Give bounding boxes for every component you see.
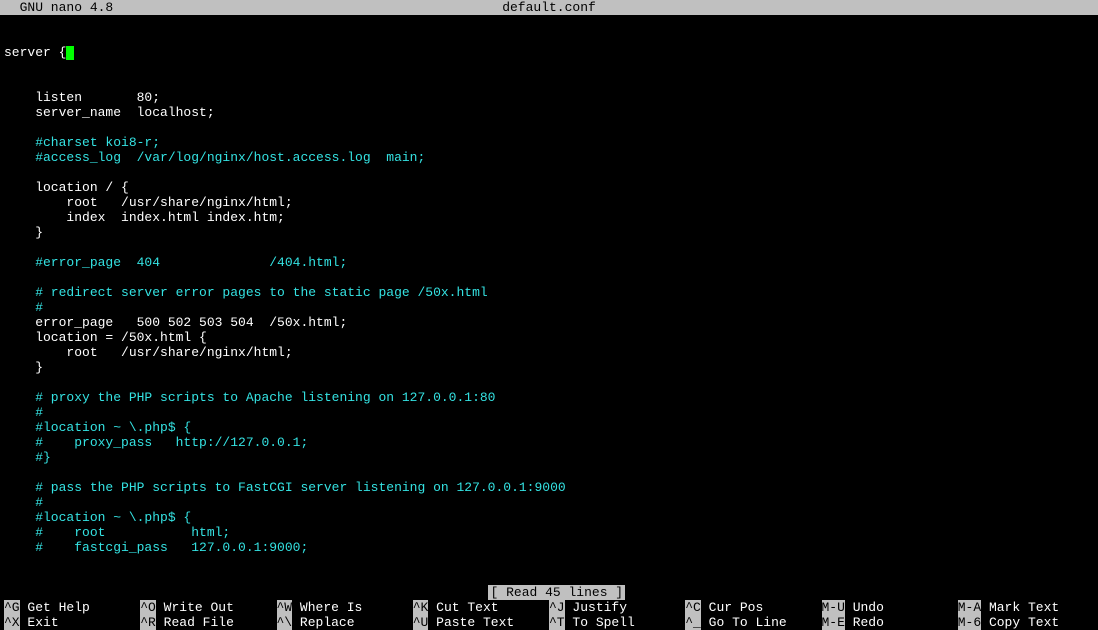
editor-line <box>4 270 1094 285</box>
shortcut-label: Replace <box>292 615 354 630</box>
shortcut-label: Go To Line <box>701 615 787 630</box>
editor-line: location / { <box>4 180 1094 195</box>
editor-line: # proxy_pass http://127.0.0.1; <box>4 435 1094 450</box>
editor-area[interactable]: server { listen 80; server_name localhos… <box>0 15 1098 570</box>
shortcut-label: Paste Text <box>428 615 514 630</box>
editor-line: # <box>4 300 1094 315</box>
shortcut-key: ^W <box>277 600 293 615</box>
shortcut-item[interactable]: M-A Mark Text <box>958 600 1094 615</box>
editor-line <box>4 465 1094 480</box>
shortcut-key: ^J <box>549 600 565 615</box>
editor-line: # root html; <box>4 525 1094 540</box>
shortcut-label: Copy Text <box>981 615 1059 630</box>
editor-line: # fastcgi_pass 127.0.0.1:9000; <box>4 540 1094 555</box>
shortcut-key: ^T <box>549 615 565 630</box>
shortcut-key: M-6 <box>958 615 981 630</box>
shortcut-key: ^K <box>413 600 429 615</box>
editor-line: #access_log /var/log/nginx/host.access.l… <box>4 150 1094 165</box>
shortcut-label: Redo <box>845 615 884 630</box>
shortcut-key: ^\ <box>277 615 293 630</box>
status-bar: [ Read 45 lines ] <box>0 570 1098 600</box>
shortcut-item[interactable]: ^R Read File <box>140 615 276 630</box>
shortcut-label: Write Out <box>156 600 234 615</box>
shortcut-item[interactable]: ^_ Go To Line <box>685 615 821 630</box>
editor-line: root /usr/share/nginx/html; <box>4 345 1094 360</box>
editor-line: root /usr/share/nginx/html; <box>4 195 1094 210</box>
shortcut-label: Mark Text <box>981 600 1059 615</box>
editor-line: location = /50x.html { <box>4 330 1094 345</box>
shortcut-key: ^C <box>685 600 701 615</box>
editor-line <box>4 120 1094 135</box>
shortcut-item[interactable]: M-6 Copy Text <box>958 615 1094 630</box>
shortcut-key: ^X <box>4 615 20 630</box>
editor-line: } <box>4 360 1094 375</box>
shortcut-label: Justify <box>565 600 627 615</box>
shortcut-key: ^O <box>140 600 156 615</box>
shortcut-item[interactable]: ^G Get Help <box>4 600 140 615</box>
shortcut-label: To Spell <box>565 615 635 630</box>
status-text: [ Read 45 lines ] <box>488 585 625 600</box>
editor-line <box>4 165 1094 180</box>
editor-line: #charset koi8-r; <box>4 135 1094 150</box>
shortcut-item[interactable]: ^C Cur Pos <box>685 600 821 615</box>
filename: default.conf <box>113 0 985 15</box>
shortcuts-bar: ^G Get Help^O Write Out^W Where Is^K Cut… <box>0 600 1098 630</box>
shortcut-item[interactable]: ^J Justify <box>549 600 685 615</box>
editor-line <box>4 240 1094 255</box>
editor-line: # <box>4 405 1094 420</box>
shortcut-label: Get Help <box>20 600 90 615</box>
cursor <box>66 46 74 60</box>
shortcut-key: M-U <box>822 600 845 615</box>
shortcut-label: Cur Pos <box>701 600 763 615</box>
editor-line: #location ~ \.php$ { <box>4 420 1094 435</box>
shortcut-key: ^R <box>140 615 156 630</box>
editor-line: #error_page 404 /404.html; <box>4 255 1094 270</box>
shortcut-label: Exit <box>20 615 59 630</box>
shortcut-item[interactable]: M-U Undo <box>822 600 958 615</box>
titlebar: GNU nano 4.8 default.conf GNU nano 4.8 <box>0 0 1098 15</box>
shortcut-item[interactable]: ^W Where Is <box>277 600 413 615</box>
editor-line: # proxy the PHP scripts to Apache listen… <box>4 390 1094 405</box>
shortcut-key: M-E <box>822 615 845 630</box>
editor-line: listen 80; <box>4 90 1094 105</box>
shortcut-key: ^U <box>413 615 429 630</box>
editor-line: } <box>4 225 1094 240</box>
app-version: GNU nano 4.8 <box>4 0 113 15</box>
shortcut-label: Cut Text <box>428 600 498 615</box>
editor-line: # pass the PHP scripts to FastCGI server… <box>4 480 1094 495</box>
editor-line: # <box>4 495 1094 510</box>
editor-line: #location ~ \.php$ { <box>4 510 1094 525</box>
editor-line: server { <box>4 45 1094 60</box>
shortcut-key: ^G <box>4 600 20 615</box>
shortcut-item[interactable]: ^U Paste Text <box>413 615 549 630</box>
shortcut-item[interactable]: ^O Write Out <box>140 600 276 615</box>
editor-line: server_name localhost; <box>4 105 1094 120</box>
editor-line <box>4 375 1094 390</box>
shortcut-label: Where Is <box>292 600 362 615</box>
shortcut-item[interactable]: ^K Cut Text <box>413 600 549 615</box>
shortcut-label: Undo <box>845 600 884 615</box>
shortcut-item[interactable]: M-E Redo <box>822 615 958 630</box>
shortcut-key: M-A <box>958 600 981 615</box>
editor-line: #} <box>4 450 1094 465</box>
editor-line: # redirect server error pages to the sta… <box>4 285 1094 300</box>
editor-line: error_page 500 502 503 504 /50x.html; <box>4 315 1094 330</box>
editor-line: index index.html index.htm; <box>4 210 1094 225</box>
shortcut-item[interactable]: ^X Exit <box>4 615 140 630</box>
shortcut-label: Read File <box>156 615 234 630</box>
shortcut-key: ^_ <box>685 615 701 630</box>
shortcut-item[interactable]: ^T To Spell <box>549 615 685 630</box>
shortcut-item[interactable]: ^\ Replace <box>277 615 413 630</box>
